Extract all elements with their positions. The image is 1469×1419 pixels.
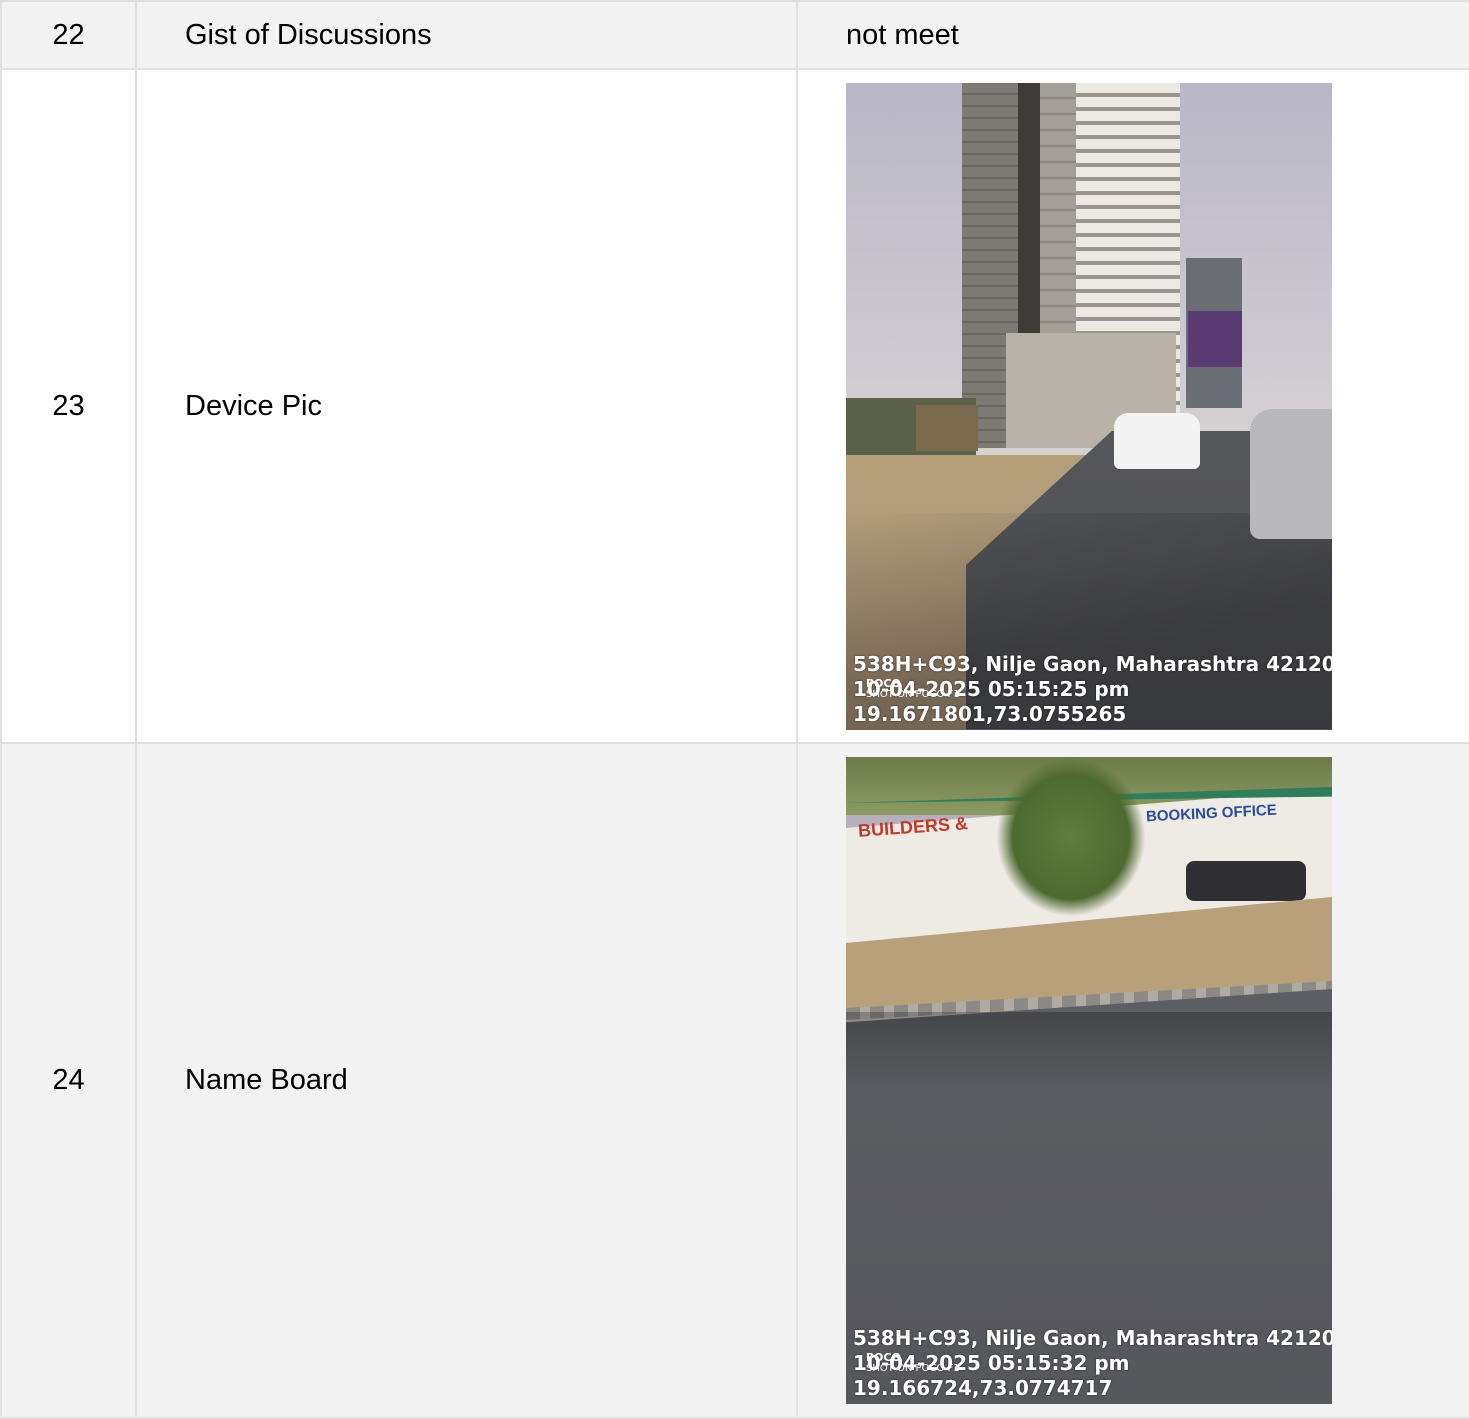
photo-billboard — [1188, 310, 1242, 367]
photo-tower-shaft — [1018, 82, 1040, 333]
watermark-shot-on: SHOT ON POCO F1 — [866, 688, 960, 700]
watermark-shot-on: SHOT ON POCO F1 — [866, 1363, 960, 1374]
row-label: Gist of Discussions — [135, 0, 798, 70]
photo-tree — [996, 757, 1146, 917]
row-label: Name Board — [135, 742, 798, 1419]
photo-silver-car — [1250, 408, 1332, 539]
row-number: 24 — [0, 742, 137, 1419]
table-row: 23 Device Pic 538H+C93, Nilje Gaon, Maha… — [0, 68, 1469, 744]
report-table: 22 Gist of Discussions not meet 23 Devic… — [0, 0, 1469, 1419]
watermark-brand: POCO — [866, 1351, 901, 1364]
stamp-address: 538H+C93, Nilje Gaon, Maharashtra 421204… — [853, 1326, 1332, 1350]
name-board-photo: BUILDERS & BOOKING OFFICE 538H+C93, Nilj… — [846, 757, 1332, 1404]
photo-bikes — [1186, 861, 1306, 901]
stamp-coords: 19.166724,73.0774717 — [853, 1376, 1113, 1400]
stamp-coords: 19.1671801,73.0755265 — [853, 701, 1127, 726]
watermark-brand: POCO — [866, 676, 901, 690]
row-photo-cell: BUILDERS & BOOKING OFFICE 538H+C93, Nilj… — [796, 742, 1469, 1419]
table-row: 24 Name Board BUILDERS & BOOKING OFFICE … — [0, 742, 1469, 1419]
row-number: 22 — [0, 0, 137, 70]
row-photo-cell: 538H+C93, Nilje Gaon, Maharashtra 421204… — [796, 68, 1469, 744]
table-row: 22 Gist of Discussions not meet — [0, 0, 1469, 70]
device-photo: 538H+C93, Nilje Gaon, Maharashtra 421204… — [846, 82, 1332, 730]
photo-shadow — [846, 1012, 1332, 1092]
camera-watermark: POCO SHOT ON POCO F1 — [866, 678, 960, 700]
photo-white-car — [1114, 412, 1200, 469]
photo-truck — [916, 404, 978, 451]
row-value: not meet — [796, 0, 1469, 70]
camera-watermark: POCO SHOT ON POCO F1 — [866, 1352, 960, 1374]
stamp-address: 538H+C93, Nilje Gaon, Maharashtra 421204… — [853, 651, 1332, 676]
row-number: 23 — [0, 68, 137, 744]
row-label: Device Pic — [135, 68, 798, 744]
